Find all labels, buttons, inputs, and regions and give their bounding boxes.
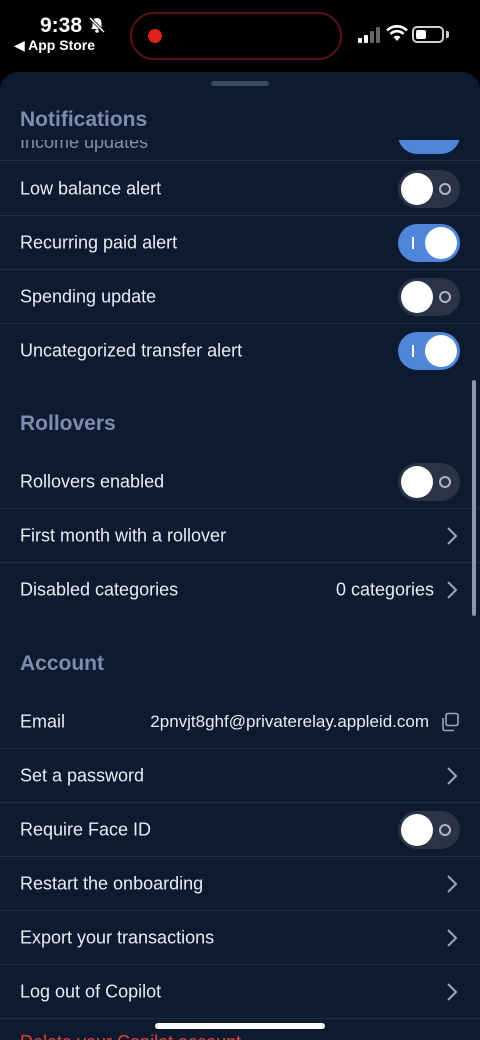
account-section-title: Account (20, 652, 104, 675)
copy-icon[interactable] (440, 712, 460, 732)
recurring-paid-alert-toggle[interactable] (398, 224, 460, 262)
low-balance-alert-toggle[interactable] (398, 170, 460, 208)
row-label: Recurring paid alert (20, 232, 178, 253)
row-label: Rollovers enabled (20, 471, 165, 492)
back-to-app-store-link[interactable]: ◀ App Store (14, 37, 95, 54)
chevron-right-icon (447, 527, 458, 545)
disabled-categories-row[interactable]: Disabled categories 0 categories (0, 563, 480, 617)
rollovers-enabled-row[interactable]: Rollovers enabled (0, 455, 480, 509)
row-label: Disabled categories (20, 579, 179, 600)
chevron-right-icon (447, 983, 458, 1001)
status-time: 9:38 (40, 14, 83, 37)
email-row: Email 2pnvjt8ghf@privaterelay.appleid.co… (0, 695, 480, 749)
row-label: Low balance alert (20, 178, 162, 199)
spending-update-toggle[interactable] (398, 278, 460, 316)
row-label: Require Face ID (20, 819, 152, 840)
cellular-signal-icon (358, 27, 380, 43)
chevron-right-icon (447, 767, 458, 785)
restart-onboarding-row[interactable]: Restart the onboarding (0, 857, 480, 911)
home-indicator[interactable] (155, 1023, 325, 1029)
row-label: Log out of Copilot (20, 981, 162, 1002)
scroll-indicator[interactable] (472, 380, 476, 616)
settings-sheet: Income updates Notifications Low balance… (0, 72, 480, 1040)
row-label: Export your transactions (20, 927, 215, 948)
rollovers-section-title: Rollovers (20, 412, 116, 435)
row-label: Set a password (20, 765, 145, 786)
row-label: Restart the onboarding (20, 873, 204, 894)
uncategorized-transfer-alert-toggle[interactable] (398, 332, 460, 370)
row-label: Uncategorized transfer alert (20, 340, 243, 361)
uncategorized-transfer-alert-row[interactable]: Uncategorized transfer alert (0, 324, 480, 378)
require-face-id-toggle[interactable] (398, 811, 460, 849)
chevron-right-icon (447, 929, 458, 947)
first-month-rollover-row[interactable]: First month with a rollover (0, 509, 480, 563)
log-out-row[interactable]: Log out of Copilot (0, 965, 480, 1019)
chevron-right-icon (447, 581, 458, 599)
disabled-categories-count: 0 categories (335, 579, 434, 600)
spending-update-row[interactable]: Spending update (0, 270, 480, 324)
rollovers-enabled-toggle[interactable] (398, 463, 460, 501)
row-label: Email (20, 711, 66, 732)
wifi-icon (386, 25, 408, 41)
require-face-id-row[interactable]: Require Face ID (0, 803, 480, 857)
bell-off-icon (88, 16, 106, 34)
sheet-grabber[interactable] (211, 81, 269, 86)
recording-dot-icon (148, 29, 162, 43)
row-label: Spending update (20, 286, 157, 307)
export-transactions-row[interactable]: Export your transactions (0, 911, 480, 965)
chevron-right-icon (447, 875, 458, 893)
low-balance-alert-row[interactable]: Low balance alert (0, 162, 480, 216)
dynamic-island (130, 12, 342, 60)
row-label: First month with a rollover (20, 525, 227, 546)
delete-account-label-partial[interactable]: Delete your Copilot account (20, 1032, 241, 1040)
email-value: 2pnvjt8ghf@privaterelay.appleid.com (150, 712, 429, 731)
battery-icon (412, 26, 444, 43)
recurring-paid-alert-row[interactable]: Recurring paid alert (0, 216, 480, 270)
set-password-row[interactable]: Set a password (0, 749, 480, 803)
status-bar: 9:38 ◀ App Store (0, 0, 480, 70)
